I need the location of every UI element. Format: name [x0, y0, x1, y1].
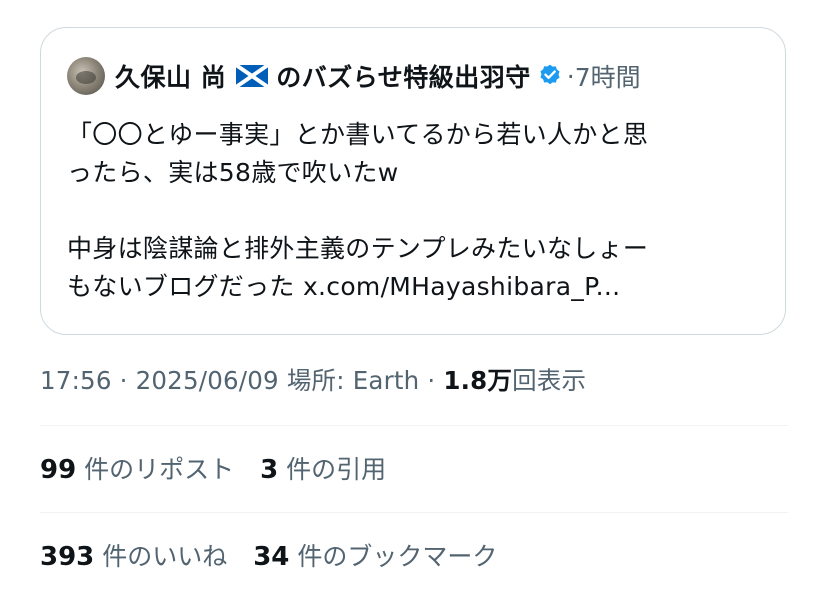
quoted-tweet-text: 「〇〇とゆー事実」とか書いてるから若い人かと思 ったら、実は58歳で吹いたw 中… — [67, 116, 767, 306]
quotes-stat[interactable]: 3 件の引用 — [260, 455, 387, 485]
text-line-with-link[interactable]: もないブログだった x.com/MHayashibara_P... — [67, 268, 767, 306]
bookmarks-stat[interactable]: 34 件のブックマーク — [253, 542, 498, 572]
likes-label: 件のいいね — [102, 542, 228, 571]
divider — [40, 425, 788, 426]
divider — [40, 512, 788, 513]
like-stats-row: 393 件のいいね 34 件のブックマーク — [40, 537, 515, 573]
meta-separator: · — [427, 366, 436, 395]
repost-stats-row: 99 件のリポスト 3 件の引用 — [40, 450, 404, 486]
text-line: 中身は陰謀論と排外主義のテンプレみたいなしょー — [67, 234, 649, 263]
text-line: 「〇〇とゆー事実」とか書いてるから若い人かと思 — [67, 120, 649, 149]
author-name-suffix[interactable]: のバズらせ特級出羽守 — [276, 58, 531, 94]
likes-stat[interactable]: 393 件のいいね — [40, 542, 228, 572]
likes-count: 393 — [40, 542, 95, 572]
post-time[interactable]: 17:56 — [40, 366, 112, 395]
views-count[interactable]: 1.8万 — [443, 366, 512, 395]
views-label[interactable]: 回表示 — [512, 366, 586, 395]
reposts-count: 99 — [40, 455, 77, 485]
text-line: ったら、実は58歳で吹いたw — [67, 158, 399, 187]
author-name[interactable]: 久保山 尚 — [115, 58, 226, 94]
bookmarks-count: 34 — [253, 542, 290, 572]
location-label: 場所: — [286, 366, 345, 395]
scotland-flag-icon — [236, 65, 269, 87]
header-separator: · — [566, 61, 575, 91]
post-date[interactable]: 2025/06/09 — [136, 366, 279, 395]
bookmarks-label: 件のブックマーク — [297, 542, 498, 571]
quotes-count: 3 — [260, 455, 279, 485]
quotes-label: 件の引用 — [286, 455, 387, 484]
time-ago[interactable]: 7時間 — [575, 58, 641, 94]
quoted-tweet-card[interactable]: 久保山 尚 のバズらせ特級出羽守 · 7時間 「〇〇とゆー事実」とか書いてるから… — [40, 27, 786, 335]
reposts-stat[interactable]: 99 件のリポスト — [40, 455, 235, 485]
reposts-label: 件のリポスト — [84, 455, 235, 484]
location-value: Earth — [352, 366, 420, 395]
tweet-meta: 17:56 · 2025/06/09 場所: Earth · 1.8万回表示 — [40, 362, 586, 397]
quoted-tweet-header: 久保山 尚 のバズらせ特級出羽守 · 7時間 — [67, 56, 641, 96]
meta-separator: · — [119, 366, 128, 395]
avatar[interactable] — [67, 57, 105, 95]
verified-badge-icon[interactable] — [537, 63, 563, 89]
